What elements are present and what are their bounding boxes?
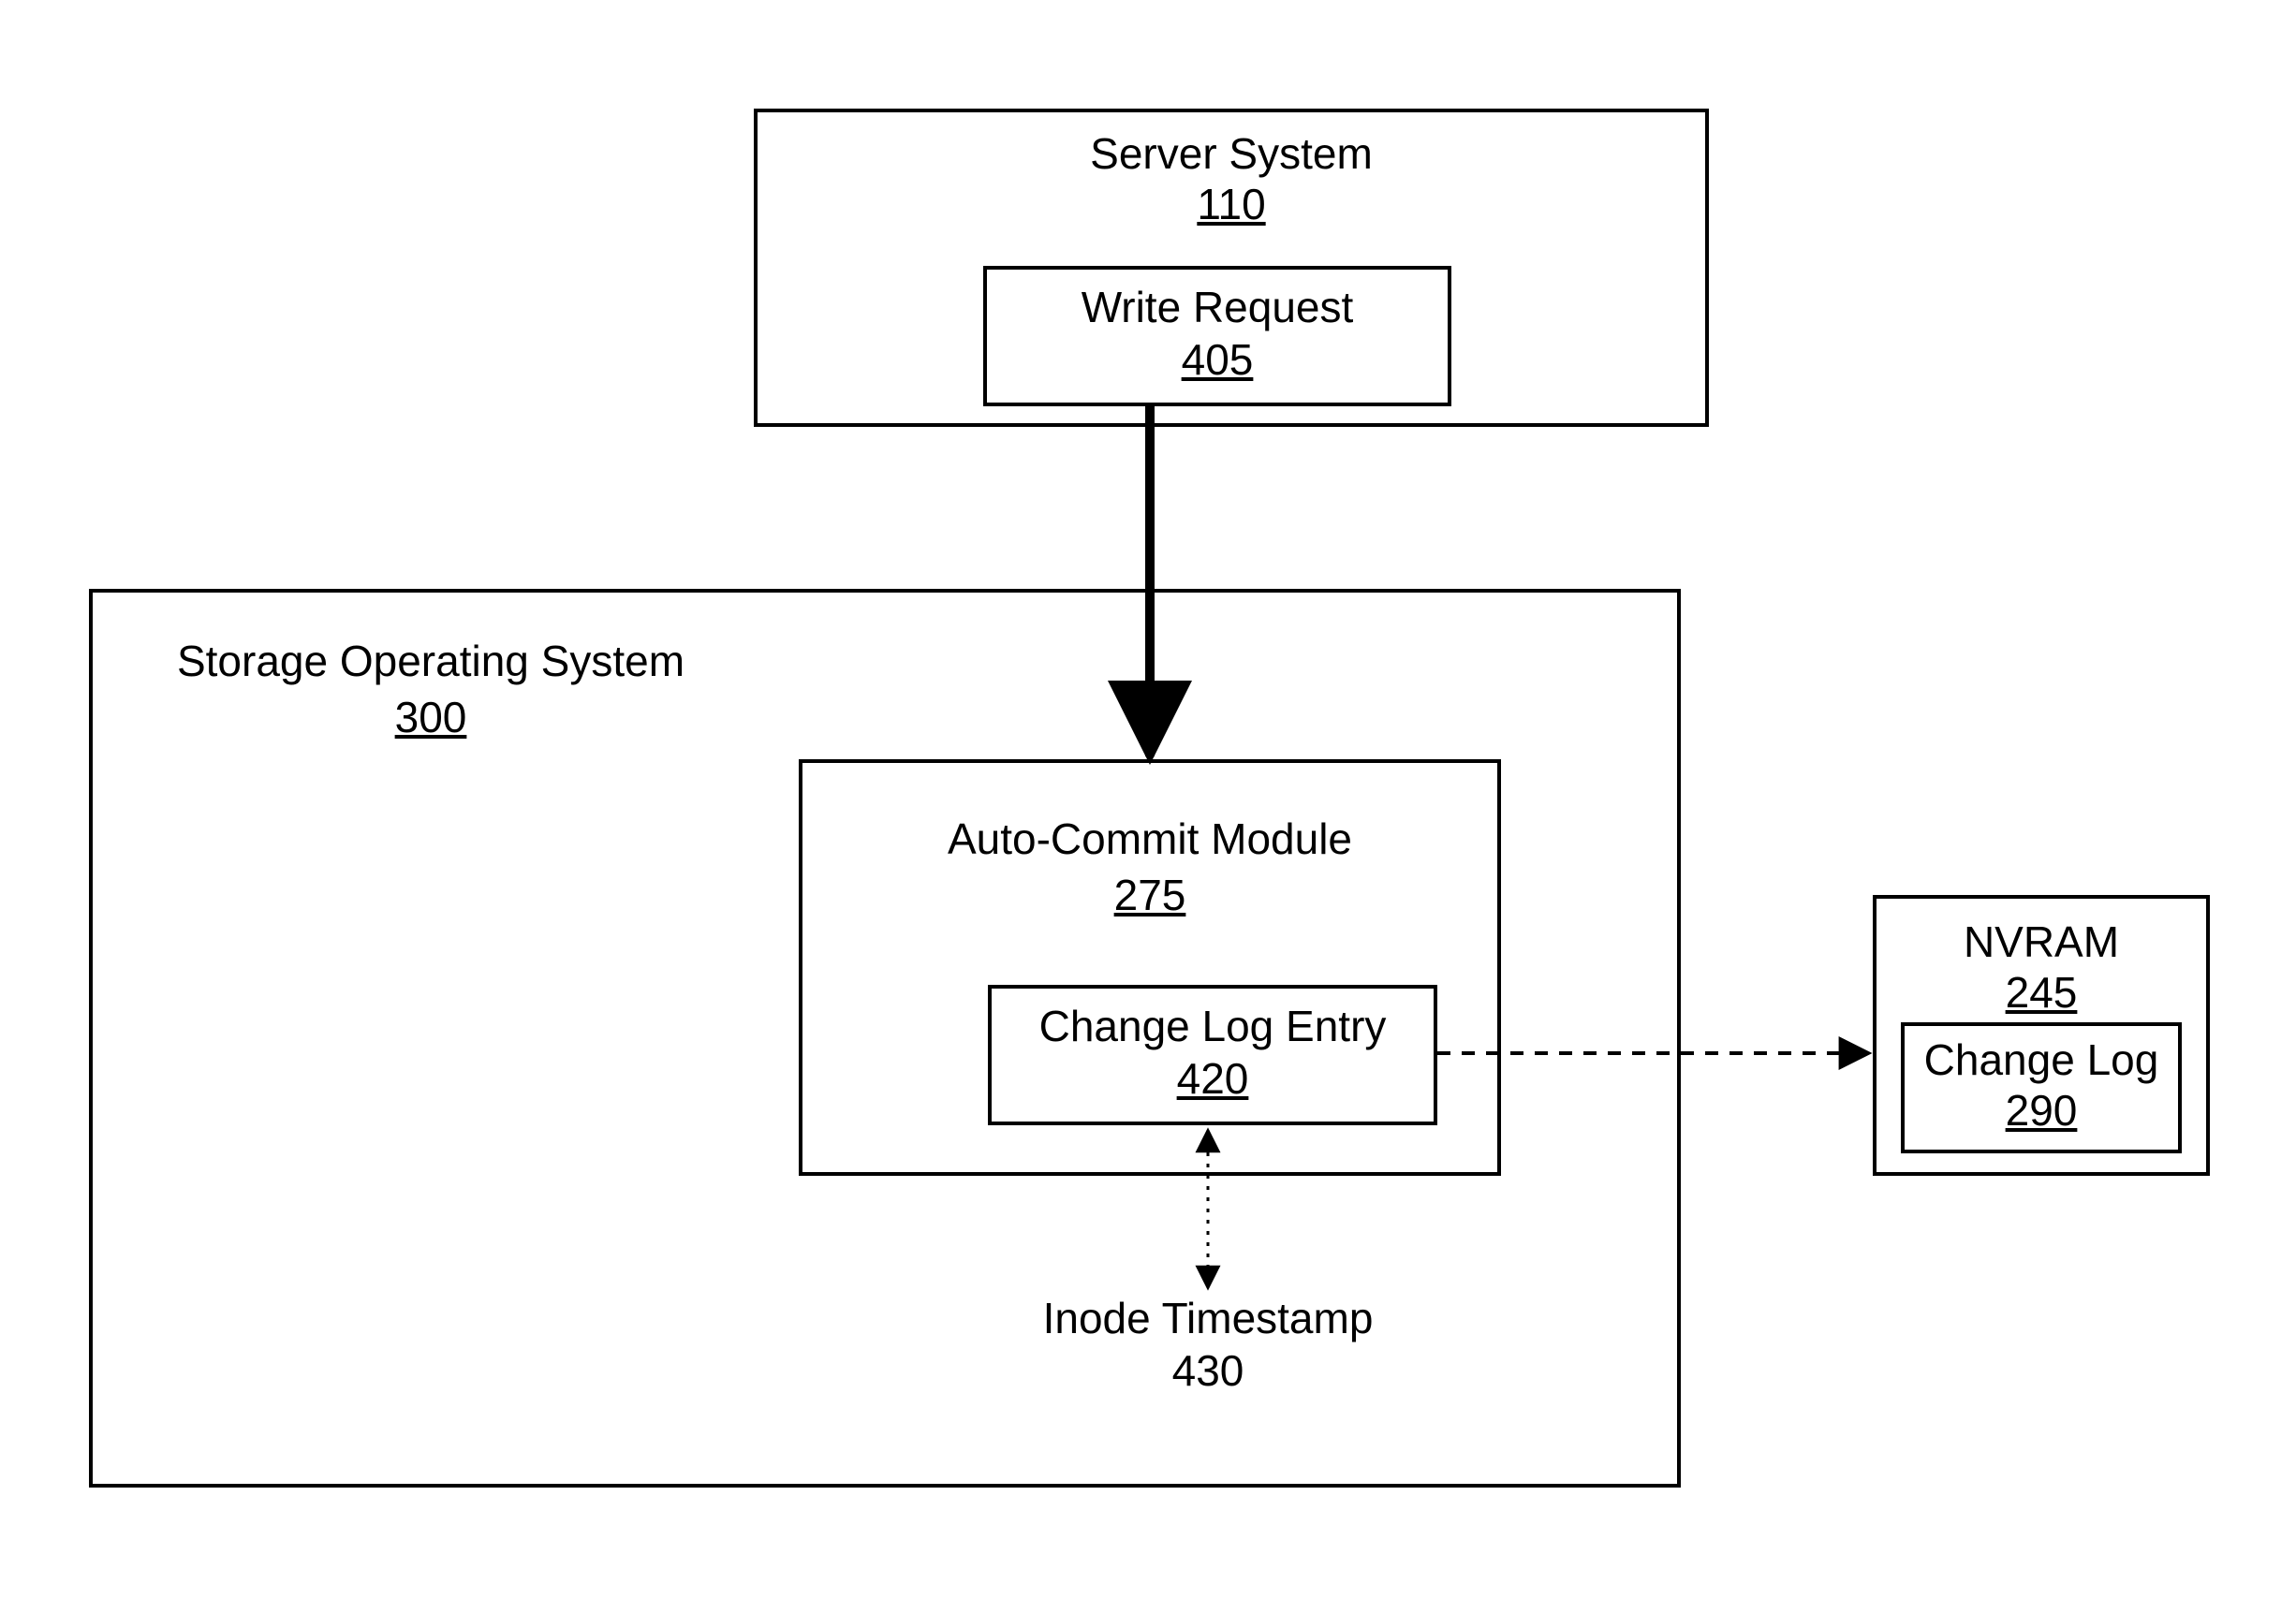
nvram-title: NVRAM: [1873, 917, 2210, 967]
server-system-ref: 110: [754, 180, 1709, 229]
change-log-ref: 290: [1901, 1086, 2182, 1136]
nvram-ref: 245: [1873, 968, 2210, 1018]
storage-os-ref: 300: [112, 693, 749, 742]
storage-os-title: Storage Operating System: [112, 637, 749, 686]
inode-timestamp-title: Inode Timestamp: [936, 1294, 1479, 1343]
auto-commit-ref: 275: [799, 871, 1501, 920]
change-log-entry-ref: 420: [988, 1054, 1437, 1104]
diagram-stage: Server System 110 Write Request 405 Stor…: [0, 0, 2296, 1613]
write-request-title: Write Request: [983, 283, 1451, 332]
write-request-ref: 405: [983, 335, 1451, 385]
server-system-title: Server System: [754, 129, 1709, 179]
auto-commit-title: Auto-Commit Module: [799, 814, 1501, 864]
inode-timestamp-ref: 430: [936, 1346, 1479, 1396]
change-log-title: Change Log: [1901, 1035, 2182, 1085]
change-log-entry-title: Change Log Entry: [988, 1002, 1437, 1051]
